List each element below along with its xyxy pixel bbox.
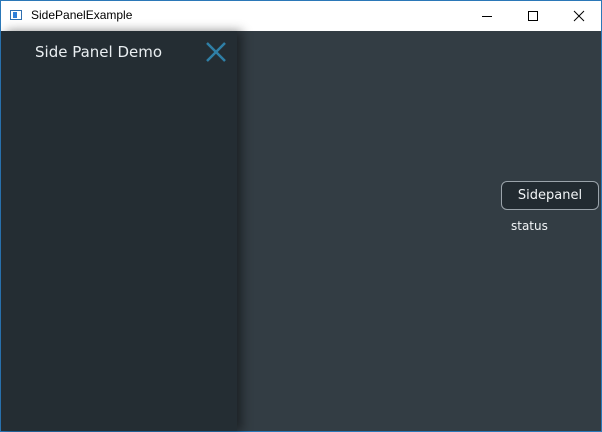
close-icon <box>206 42 226 62</box>
minimize-icon <box>482 16 492 17</box>
maximize-button[interactable] <box>510 1 556 31</box>
side-panel-title: Side Panel Demo <box>35 43 163 61</box>
title-bar[interactable]: SidePanelExample <box>1 1 601 31</box>
sidepanel-button[interactable]: Sidepanel <box>501 181 599 210</box>
side-panel: Side Panel Demo <box>1 31 237 431</box>
status-label: status <box>511 219 548 233</box>
close-window-icon <box>573 10 585 22</box>
minimize-button[interactable] <box>464 1 510 31</box>
maximize-icon <box>528 11 538 21</box>
close-panel-button[interactable] <box>205 41 227 63</box>
window-title: SidePanelExample <box>31 8 133 22</box>
app-icon <box>10 10 22 20</box>
app-window: SidePanelExample Side Panel Demo Sidepan… <box>0 0 602 432</box>
close-window-button[interactable] <box>556 1 602 31</box>
main-area: Side Panel Demo Sidepanel status <box>1 31 601 431</box>
